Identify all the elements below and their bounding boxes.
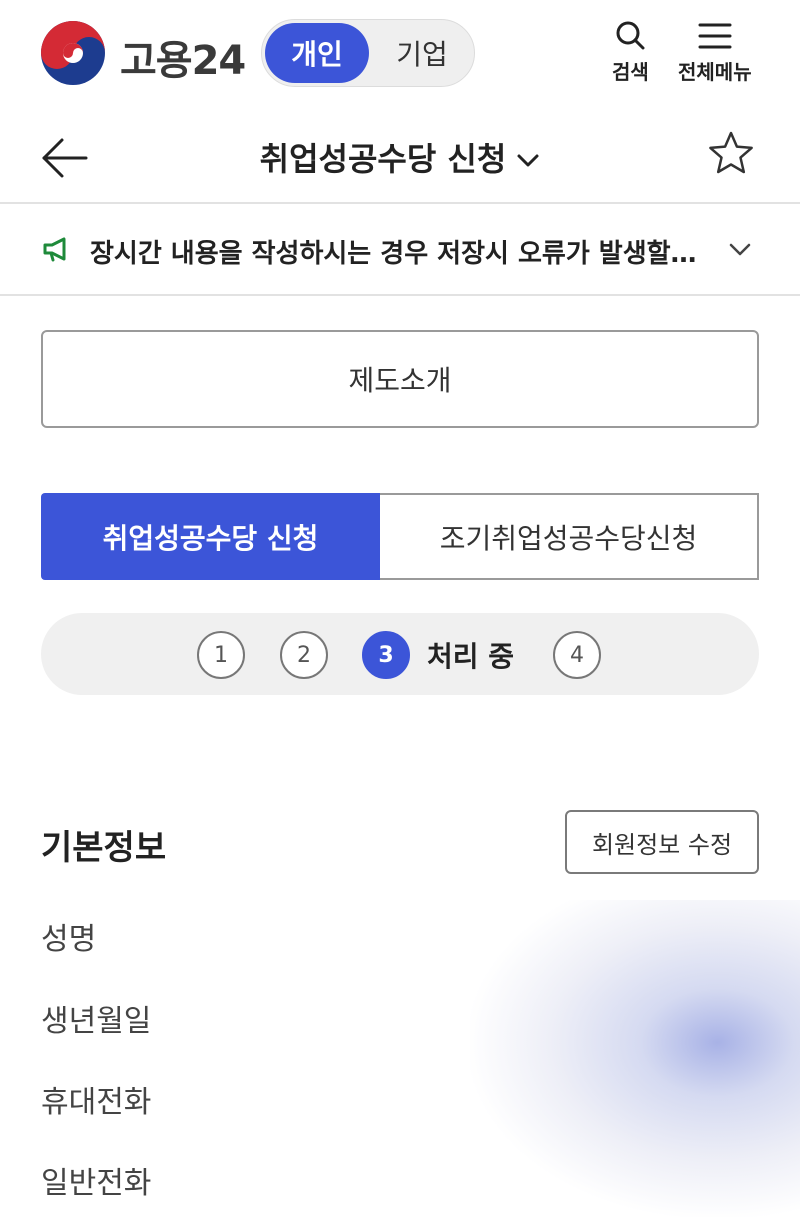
notice-text: 장시간 내용을 작성하시는 경우 저장시 오류가 발생할… [90, 239, 697, 269]
edit-member-info-button[interactable]: 회원정보 수정 [565, 810, 759, 874]
search-icon [616, 21, 645, 50]
toggle-business[interactable]: 기업 [372, 23, 472, 83]
chevron-down-icon[interactable] [728, 242, 752, 258]
top-header: 고용24 개인 기업 검색 전체메뉴 [0, 0, 800, 108]
menu-button[interactable]: 전체메뉴 [678, 20, 752, 85]
progress-steps: 1 2 3 처리 중 4 [41, 613, 759, 695]
step-3-current: 3 [362, 631, 410, 679]
program-intro-button[interactable]: 제도소개 [41, 330, 759, 428]
step-1: 1 [197, 631, 245, 679]
current-step-label: 처리 중 [427, 640, 515, 673]
chevron-down-icon [517, 154, 539, 167]
hamburger-menu-icon [698, 23, 732, 49]
field-label-birthdate: 생년월일 [41, 1004, 152, 1039]
step-2: 2 [280, 631, 328, 679]
section-title-basic-info: 기본정보 [41, 828, 167, 868]
search-label: 검색 [612, 60, 649, 84]
page-title-text: 취업성공수당 신청 [259, 140, 507, 178]
page-title[interactable]: 취업성공수당 신청 [0, 134, 800, 180]
tab-employment-success-allowance[interactable]: 취업성공수당 신청 [41, 493, 380, 580]
tab-early-employment-allowance[interactable]: 조기취업성공수당신청 [380, 493, 759, 580]
application-tabs: 취업성공수당 신청 조기취업성공수당신청 [41, 493, 759, 580]
notice-banner[interactable]: 장시간 내용을 작성하시는 경우 저장시 오류가 발생할… [0, 204, 800, 296]
step-4: 4 [553, 631, 601, 679]
menu-label: 전체메뉴 [678, 60, 752, 84]
government-logo-icon[interactable] [40, 20, 106, 86]
brand-name[interactable]: 고용24 [120, 28, 246, 86]
favorite-star-icon[interactable] [708, 130, 754, 176]
toggle-personal[interactable]: 개인 [265, 23, 369, 83]
search-button[interactable]: 검색 [612, 20, 649, 85]
field-label-mobile-phone: 휴대전화 [41, 1085, 152, 1120]
blurred-redaction-area [470, 900, 800, 1217]
page-title-bar: 취업성공수당 신청 [0, 108, 800, 204]
user-type-toggle: 개인 기업 [261, 19, 475, 87]
field-label-name: 성명 [41, 922, 97, 957]
field-label-landline: 일반전화 [41, 1166, 152, 1201]
megaphone-icon [43, 237, 66, 262]
